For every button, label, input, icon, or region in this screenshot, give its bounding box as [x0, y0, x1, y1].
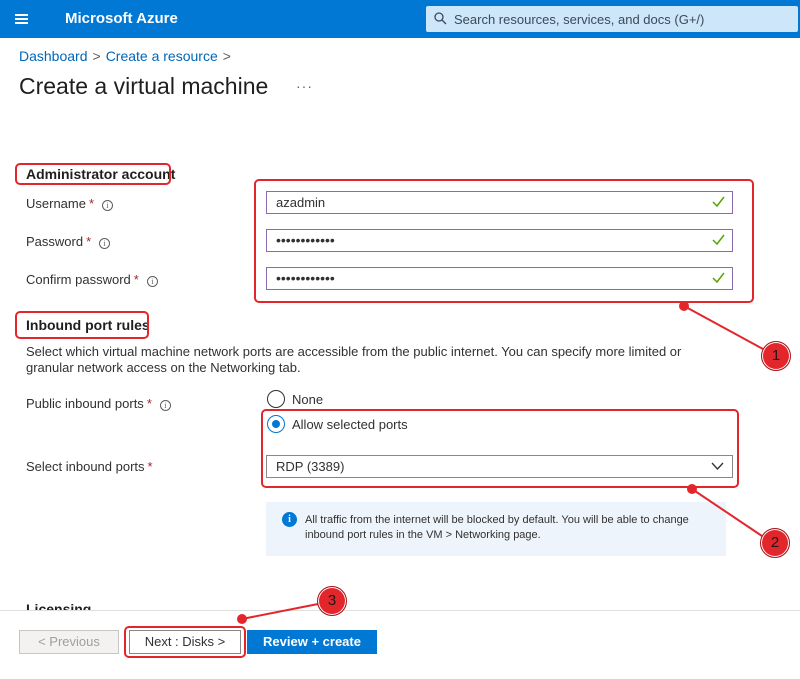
- radio-none-label[interactable]: None: [292, 392, 323, 407]
- breadcrumb-separator: >: [222, 48, 231, 64]
- info-icon[interactable]: i: [146, 276, 158, 287]
- password-value: ••••••••••••: [276, 232, 335, 248]
- checkmark-icon: [712, 272, 725, 284]
- licensing-heading: Licensing: [26, 601, 92, 610]
- inbound-rules-heading: Inbound port rules: [26, 317, 150, 333]
- info-message-text: All traffic from the internet will be bl…: [305, 514, 689, 541]
- confirm-password-field[interactable]: ••••••••••••: [266, 267, 733, 290]
- annotation-arrows: [237, 301, 764, 624]
- breadcrumb: Dashboard > Create a resource >: [19, 48, 236, 64]
- top-bar: Microsoft Azure: [0, 0, 800, 38]
- public-inbound-label: Public inbound ports * i: [26, 396, 171, 411]
- previous-button[interactable]: < Previous: [19, 630, 119, 654]
- username-label: Username * i: [26, 196, 114, 211]
- username-label-text: Username: [26, 196, 86, 211]
- search-icon: [434, 12, 447, 25]
- username-field[interactable]: azadmin: [266, 191, 733, 214]
- breadcrumb-separator: >: [92, 48, 101, 64]
- next-disks-button[interactable]: Next : Disks >: [129, 630, 241, 654]
- confirm-password-label-text: Confirm password: [26, 272, 131, 287]
- review-create-button[interactable]: Review + create: [247, 630, 377, 654]
- info-icon: i: [282, 512, 297, 527]
- breadcrumb-create-resource[interactable]: Create a resource: [106, 48, 218, 64]
- password-label: Password * i: [26, 234, 111, 249]
- info-icon[interactable]: i: [99, 238, 111, 249]
- wizard-footer: < Previous Next : Disks > Review + creat…: [0, 610, 800, 679]
- confirm-password-label: Confirm password * i: [26, 272, 158, 287]
- annotation-marker-3: 3: [317, 586, 347, 616]
- info-icon[interactable]: i: [159, 400, 171, 411]
- annotation-marker-2: 2: [760, 528, 790, 558]
- required-mark: *: [147, 459, 153, 474]
- hamburger-icon[interactable]: [11, 9, 33, 29]
- admin-account-heading: Administrator account: [26, 166, 176, 182]
- required-mark: *: [146, 396, 152, 411]
- radio-allow-selected-label[interactable]: Allow selected ports: [292, 417, 408, 432]
- search-input[interactable]: [454, 6, 794, 32]
- select-inbound-label-text: Select inbound ports: [26, 459, 145, 474]
- radio-none[interactable]: [267, 390, 285, 408]
- checkmark-icon: [712, 196, 725, 208]
- page-title: Create a virtual machine: [19, 73, 269, 99]
- confirm-password-value: ••••••••••••: [276, 270, 335, 286]
- annotation-marker-1: 1: [761, 341, 791, 371]
- required-mark: *: [86, 234, 92, 249]
- inbound-ports-value: RDP (3389): [276, 459, 345, 474]
- radio-allow-selected[interactable]: [267, 415, 285, 433]
- info-icon[interactable]: i: [102, 200, 114, 211]
- breadcrumb-dashboard[interactable]: Dashboard: [19, 48, 88, 64]
- chevron-down-icon: [711, 462, 724, 470]
- password-label-text: Password: [26, 234, 84, 249]
- inbound-ports-dropdown[interactable]: RDP (3389): [266, 455, 733, 478]
- public-inbound-label-text: Public inbound ports: [26, 396, 144, 411]
- username-value: azadmin: [276, 195, 326, 210]
- checkmark-icon: [712, 234, 725, 246]
- required-mark: *: [88, 196, 95, 211]
- brand-title[interactable]: Microsoft Azure: [65, 10, 178, 27]
- password-field[interactable]: ••••••••••••: [266, 229, 733, 252]
- more-options-button[interactable]: ···: [296, 78, 313, 94]
- required-mark: *: [133, 272, 139, 287]
- select-inbound-label: Select inbound ports *: [26, 459, 153, 474]
- info-message-box: i All traffic from the internet will be …: [266, 502, 726, 556]
- search-box[interactable]: [426, 6, 798, 32]
- inbound-description: Select which virtual machine network por…: [26, 344, 682, 375]
